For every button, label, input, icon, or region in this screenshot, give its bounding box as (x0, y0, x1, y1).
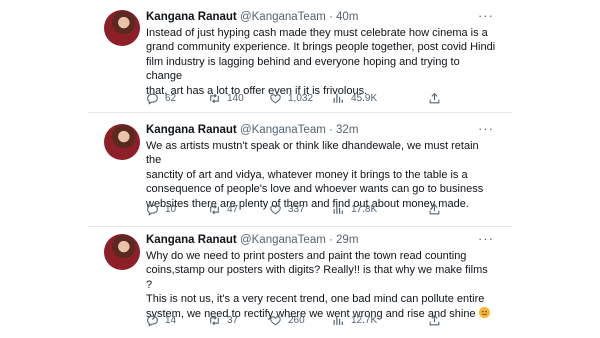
like-count: 337 (288, 203, 305, 215)
tweet[interactable]: Kangana Ranaut @KanganaTeam · 32m ··· We… (0, 112, 600, 226)
tweet-header: Kangana Ranaut @KanganaTeam · 29m (146, 234, 358, 246)
retweet-count: 47 (227, 203, 239, 215)
share-button[interactable] (428, 201, 447, 217)
retweet-count: 37 (227, 314, 239, 326)
like-button[interactable]: 337 (269, 201, 305, 217)
views-icon (333, 204, 343, 214)
author-name[interactable]: Kangana Ranaut (146, 124, 237, 136)
tweet-divider (88, 226, 512, 227)
more-options-icon[interactable]: ··· (478, 231, 494, 246)
tweet-text: Instead of just hyping cash made they mu… (146, 27, 496, 97)
retweet-button[interactable]: 47 (208, 201, 238, 217)
tweet-divider (88, 112, 512, 113)
reply-button[interactable]: 14 (146, 312, 176, 328)
tweet-actions: 10 47 337 17.8K (146, 201, 456, 217)
tweet-actions: 14 37 260 12.7K (146, 312, 456, 328)
reply-button[interactable]: 10 (146, 201, 176, 217)
retweet-count: 140 (227, 92, 244, 104)
retweet-icon (210, 315, 219, 325)
like-button[interactable]: 260 (269, 312, 305, 328)
like-icon (270, 315, 281, 325)
avatar[interactable] (104, 10, 140, 46)
reply-icon (147, 315, 158, 327)
reply-button[interactable]: 62 (146, 90, 176, 106)
author-name[interactable]: Kangana Ranaut (146, 11, 237, 23)
retweet-icon (210, 93, 219, 103)
author-name[interactable]: Kangana Ranaut (146, 234, 237, 246)
view-count: 12.7K (351, 314, 378, 326)
reply-count: 62 (165, 92, 177, 104)
author-handle[interactable]: @KanganaTeam (240, 234, 326, 246)
more-options-icon[interactable]: ··· (478, 8, 494, 23)
tweet-thread: Kangana Ranaut @KanganaTeam · 40m ··· In… (0, 0, 600, 338)
share-icon (429, 203, 440, 214)
tweet-header: Kangana Ranaut @KanganaTeam · 32m (146, 124, 358, 136)
share-button[interactable] (428, 90, 447, 106)
reply-count: 10 (165, 203, 177, 215)
views-button[interactable]: 12.7K (332, 312, 377, 328)
views-icon (333, 93, 343, 103)
tweet-time[interactable]: · 32m (329, 124, 358, 136)
smiling-face-emoji-icon (478, 306, 490, 318)
retweet-button[interactable]: 140 (208, 90, 244, 106)
tweet[interactable]: Kangana Ranaut @KanganaTeam · 40m ··· In… (0, 0, 600, 112)
view-count: 45.9K (351, 92, 378, 104)
author-handle[interactable]: @KanganaTeam (240, 11, 326, 23)
retweet-button[interactable]: 37 (208, 312, 238, 328)
avatar[interactable] (104, 124, 140, 160)
like-count: 1,032 (288, 92, 314, 104)
reply-icon (147, 204, 158, 216)
tweet-text-container: Why do we need to print posters and pain… (146, 249, 496, 321)
like-button[interactable]: 1,032 (269, 90, 313, 106)
tweet-time[interactable]: · 29m (329, 234, 358, 246)
view-count: 17.8K (351, 203, 378, 215)
retweet-icon (210, 204, 219, 214)
more-options-icon[interactable]: ··· (478, 121, 494, 136)
share-button[interactable] (428, 312, 447, 328)
share-icon (429, 92, 440, 103)
like-icon (270, 204, 281, 214)
tweet-time[interactable]: · 40m (329, 11, 358, 23)
tweet[interactable]: Kangana Ranaut @KanganaTeam · 29m ··· Wh… (0, 226, 600, 338)
reply-icon (147, 93, 158, 105)
views-button[interactable]: 17.8K (332, 201, 377, 217)
views-button[interactable]: 45.9K (332, 90, 377, 106)
tweet-text: Why do we need to print posters and pain… (146, 250, 488, 320)
avatar[interactable] (104, 234, 140, 270)
author-handle[interactable]: @KanganaTeam (240, 124, 326, 136)
tweet-actions: 62 140 1,032 45.9K (146, 90, 456, 106)
reply-count: 14 (165, 314, 177, 326)
tweet-header: Kangana Ranaut @KanganaTeam · 40m (146, 11, 358, 23)
like-count: 260 (288, 314, 305, 326)
views-icon (333, 315, 343, 325)
like-icon (270, 93, 281, 103)
share-icon (429, 314, 440, 325)
